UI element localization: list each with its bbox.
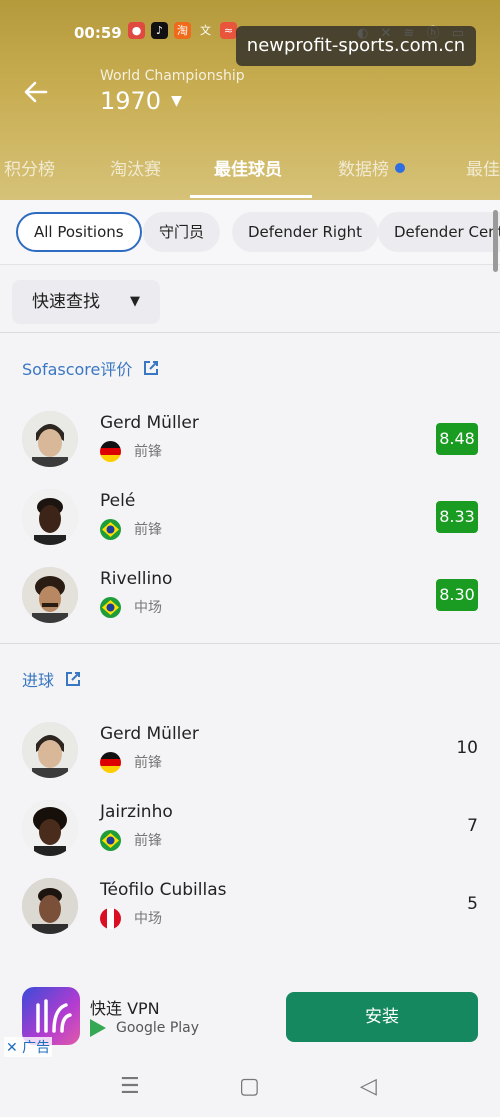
player-position: 前锋	[134, 444, 162, 460]
back-arrow-icon[interactable]	[22, 78, 56, 108]
peru-flag-icon	[100, 908, 121, 929]
player-avatar	[22, 411, 78, 467]
player-avatar	[22, 800, 78, 856]
brazil-flag-icon	[100, 830, 121, 851]
tab-stats[interactable]: 数据榜	[338, 155, 405, 180]
player-name: Pelé	[100, 491, 136, 511]
player-row[interactable]: Rivellino 中场 8.30	[0, 567, 500, 645]
google-play-icon	[90, 1019, 106, 1037]
notification-icons: ● ♪ 淘 文 ≈	[128, 22, 237, 39]
app-icon: 文	[200, 24, 211, 37]
rating-badge: 8.30	[436, 579, 478, 611]
chevron-down-icon: ▼	[130, 294, 140, 309]
section-title-goals[interactable]: 进球	[22, 667, 82, 691]
rating-badge: 8.33	[436, 501, 478, 533]
active-tab-indicator	[190, 195, 312, 198]
tab-best[interactable]: 最佳	[466, 155, 500, 180]
quick-search-dropdown[interactable]: 快速查找 ▼	[12, 280, 160, 324]
menu-icon[interactable]: ☰	[120, 1074, 140, 1099]
player-row[interactable]: Téofilo Cubillas 中场 5	[0, 878, 500, 956]
tab-stats-label: 数据榜	[338, 160, 389, 180]
germany-flag-icon	[100, 752, 121, 773]
new-badge-dot	[395, 163, 405, 173]
section-title-label: 进球	[22, 671, 55, 690]
divider	[0, 332, 500, 333]
ad-store: Google Play	[90, 1019, 199, 1037]
ad-close-button[interactable]: ✕ 广告	[4, 1037, 53, 1057]
player-position: 前锋	[134, 522, 162, 538]
tab-bar: 积分榜 淘汰赛 最佳球员 数据榜 最佳	[0, 143, 500, 198]
position-filter: All Positions 守门员 Defender Right Defende…	[0, 200, 500, 265]
player-name: Gerd Müller	[100, 413, 199, 433]
ad-banner: ✕ 广告 快连 VPN Google Play 安装	[0, 955, 500, 1060]
store-label: Google Play	[116, 1020, 200, 1036]
status-time: 00:59	[74, 24, 122, 42]
quick-search-label: 快速查找	[32, 292, 100, 312]
season-label: 1970	[100, 87, 162, 115]
ad-title[interactable]: 快连 VPN	[90, 995, 160, 1019]
league-name: World Championship	[100, 68, 245, 84]
tab-standings[interactable]: 积分榜	[4, 155, 55, 180]
chip-all-positions[interactable]: All Positions	[16, 212, 142, 252]
player-avatar	[22, 878, 78, 934]
goals-count: 5	[467, 894, 478, 914]
player-position: 中场	[134, 911, 162, 927]
scrollbar[interactable]	[493, 210, 498, 272]
germany-flag-icon	[100, 441, 121, 462]
app-icon: ≈	[220, 22, 237, 39]
map-app-icon: ●	[128, 22, 145, 39]
player-name: Téofilo Cubillas	[100, 880, 227, 900]
chip-goalkeeper[interactable]: 守门员	[143, 212, 221, 252]
player-row[interactable]: Gerd Müller 前锋 8.48	[0, 411, 500, 489]
player-avatar	[22, 489, 78, 545]
player-position: 前锋	[134, 755, 162, 771]
taobao-icon: 淘	[174, 22, 191, 39]
player-avatar	[22, 567, 78, 623]
tab-best-players[interactable]: 最佳球员	[214, 155, 282, 180]
player-position: 中场	[134, 600, 162, 616]
system-nav-bar: ☰ ▢ ◁	[0, 1060, 500, 1117]
chip-defender-right[interactable]: Defender Right	[232, 212, 378, 252]
player-name: Rivellino	[100, 569, 173, 589]
rating-badge: 8.48	[436, 423, 478, 455]
player-name: Gerd Müller	[100, 724, 199, 744]
divider	[0, 643, 500, 644]
goals-count: 10	[456, 738, 478, 758]
player-row[interactable]: Pelé 前锋 8.33	[0, 489, 500, 567]
install-button[interactable]: 安装	[286, 992, 478, 1042]
goals-count: 7	[467, 816, 478, 836]
section-title-label: Sofascore评价	[22, 360, 133, 379]
home-icon[interactable]: ▢	[239, 1074, 260, 1099]
player-row[interactable]: Jairzinho 前锋 7	[0, 800, 500, 878]
tab-knockout[interactable]: 淘汰赛	[110, 155, 161, 180]
brazil-flag-icon	[100, 597, 121, 618]
player-avatar	[22, 722, 78, 778]
brazil-flag-icon	[100, 519, 121, 540]
chip-defender-center[interactable]: Defender Center	[378, 212, 500, 252]
player-name: Jairzinho	[100, 802, 173, 822]
external-link-icon	[66, 672, 81, 686]
player-row[interactable]: Gerd Müller 前锋 10	[0, 722, 500, 800]
tiktok-icon: ♪	[151, 22, 168, 39]
season-selector[interactable]: 1970 ▼	[100, 87, 182, 115]
back-icon[interactable]: ◁	[360, 1074, 377, 1099]
watermark: newprofit-sports.com.cn	[236, 26, 476, 66]
external-link-icon	[144, 361, 159, 375]
section-title-rating[interactable]: Sofascore评价	[22, 356, 160, 380]
player-position: 前锋	[134, 833, 162, 849]
chevron-down-icon: ▼	[171, 93, 182, 109]
